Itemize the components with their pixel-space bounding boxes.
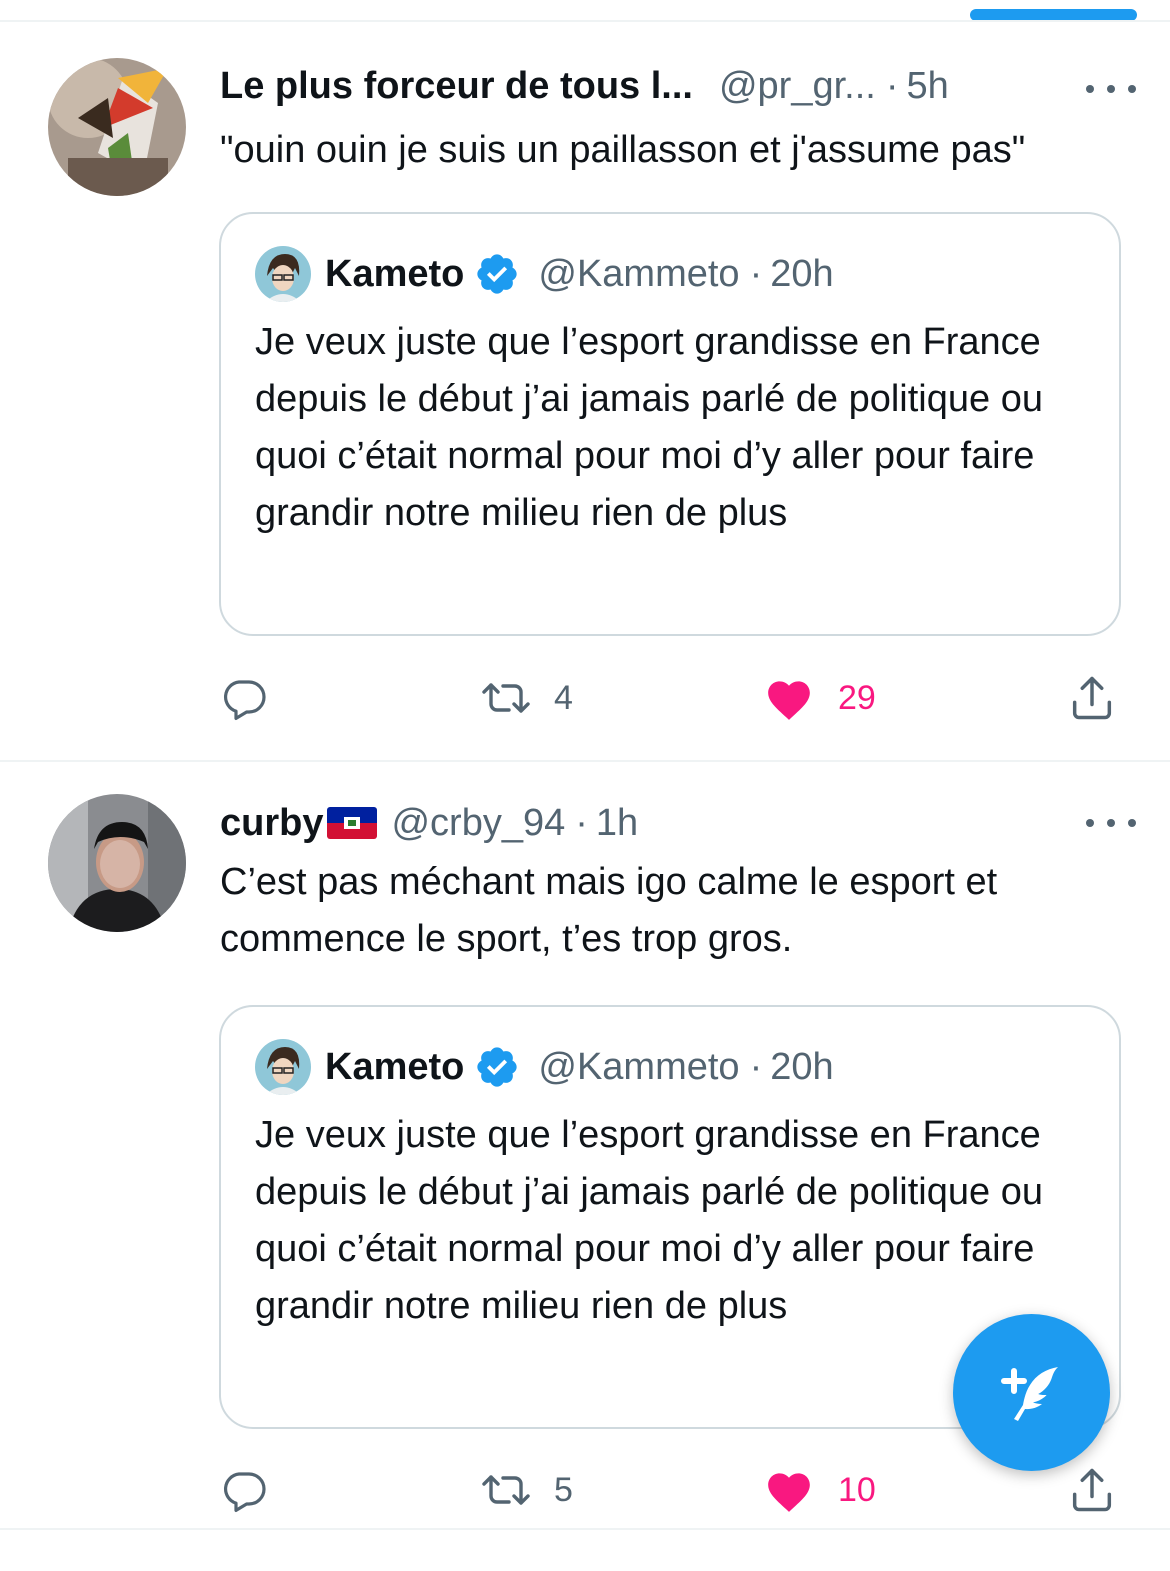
tweet-text: "ouin ouin je suis un paillasson et j'as… <box>220 129 1026 171</box>
tweet[interactable]: Le plus forceur de tous l... @pr_gr... ·… <box>0 22 1170 760</box>
tweet-text: C’est pas méchant mais igo calme le espo… <box>220 861 998 960</box>
like-count: 10 <box>838 1470 876 1509</box>
quoted-timestamp: 20h <box>770 252 834 295</box>
haiti-flag-icon <box>327 807 378 839</box>
like-button[interactable]: 10 <box>764 1460 876 1520</box>
verified-badge-icon <box>477 1047 518 1087</box>
avatar[interactable] <box>48 58 186 196</box>
quoted-tweet-header: Kameto @Kammeto · 20h <box>255 246 834 302</box>
retweet-count: 5 <box>554 1470 573 1509</box>
tweet-actions: 5 10 <box>0 1460 1170 1520</box>
avatar[interactable] <box>48 794 186 932</box>
timestamp[interactable]: 5h <box>907 65 949 108</box>
retweet-count: 4 <box>554 678 573 717</box>
tweet-header: Le plus forceur de tous l... @pr_gr... ·… <box>220 58 1130 114</box>
retweet-icon <box>482 1475 530 1505</box>
compose-feather-icon <box>1000 1366 1058 1421</box>
tweet-divider <box>0 1528 1170 1530</box>
quoted-display-name: Kameto <box>325 252 465 295</box>
retweet-button[interactable]: 4 <box>478 668 573 728</box>
speech-bubble-icon <box>223 680 266 720</box>
retweet-icon <box>482 683 530 713</box>
reply-button[interactable] <box>220 1460 268 1520</box>
share-button[interactable] <box>1066 1460 1118 1520</box>
avatar <box>255 1039 311 1095</box>
quoted-tweet-header: Kameto @Kammeto · 20h <box>255 1039 834 1095</box>
quoted-display-name: Kameto <box>325 1045 465 1088</box>
separator-dot: · <box>885 64 899 107</box>
reply-button[interactable] <box>220 668 268 728</box>
more-dots-icon[interactable] <box>1086 808 1136 838</box>
quoted-tweet-text: Je veux juste que l’esport grandisse en … <box>255 1114 1043 1327</box>
avatar <box>255 246 311 302</box>
compose-tweet-button[interactable] <box>953 1314 1110 1471</box>
tweet-header: curby @crby_94 · 1h <box>220 795 1130 851</box>
heart-icon <box>768 1473 810 1512</box>
verified-badge-icon <box>477 254 518 294</box>
retweet-button[interactable]: 5 <box>478 1460 573 1520</box>
separator-dot: · <box>575 801 588 844</box>
share-icon <box>1072 1468 1112 1512</box>
share-icon <box>1072 676 1112 720</box>
user-handle[interactable]: @pr_gr... <box>719 65 876 108</box>
quoted-timestamp: 20h <box>770 1045 834 1088</box>
display-name[interactable]: Le plus forceur de tous l... <box>220 65 693 108</box>
speech-bubble-icon <box>223 1472 266 1512</box>
quoted-tweet-text: Je veux juste que l’esport grandisse en … <box>255 321 1043 534</box>
heart-icon <box>768 681 810 720</box>
quoted-user-handle: @Kammeto <box>538 252 740 295</box>
like-count: 29 <box>838 678 876 717</box>
share-button[interactable] <box>1066 668 1118 728</box>
display-name[interactable]: curby <box>220 802 323 845</box>
quoted-user-handle: @Kammeto <box>538 1045 740 1088</box>
tweet-actions: 4 29 <box>0 668 1170 728</box>
separator-dot: · <box>749 1045 763 1088</box>
quoted-tweet[interactable]: Kameto @Kammeto · 20h Je veux juste que … <box>219 212 1121 636</box>
separator-dot: · <box>749 252 763 295</box>
user-handle[interactable]: @crby_94 <box>391 802 565 845</box>
like-button[interactable]: 29 <box>764 668 876 728</box>
more-dots-icon[interactable] <box>1086 74 1136 104</box>
timestamp[interactable]: 1h <box>596 802 638 845</box>
